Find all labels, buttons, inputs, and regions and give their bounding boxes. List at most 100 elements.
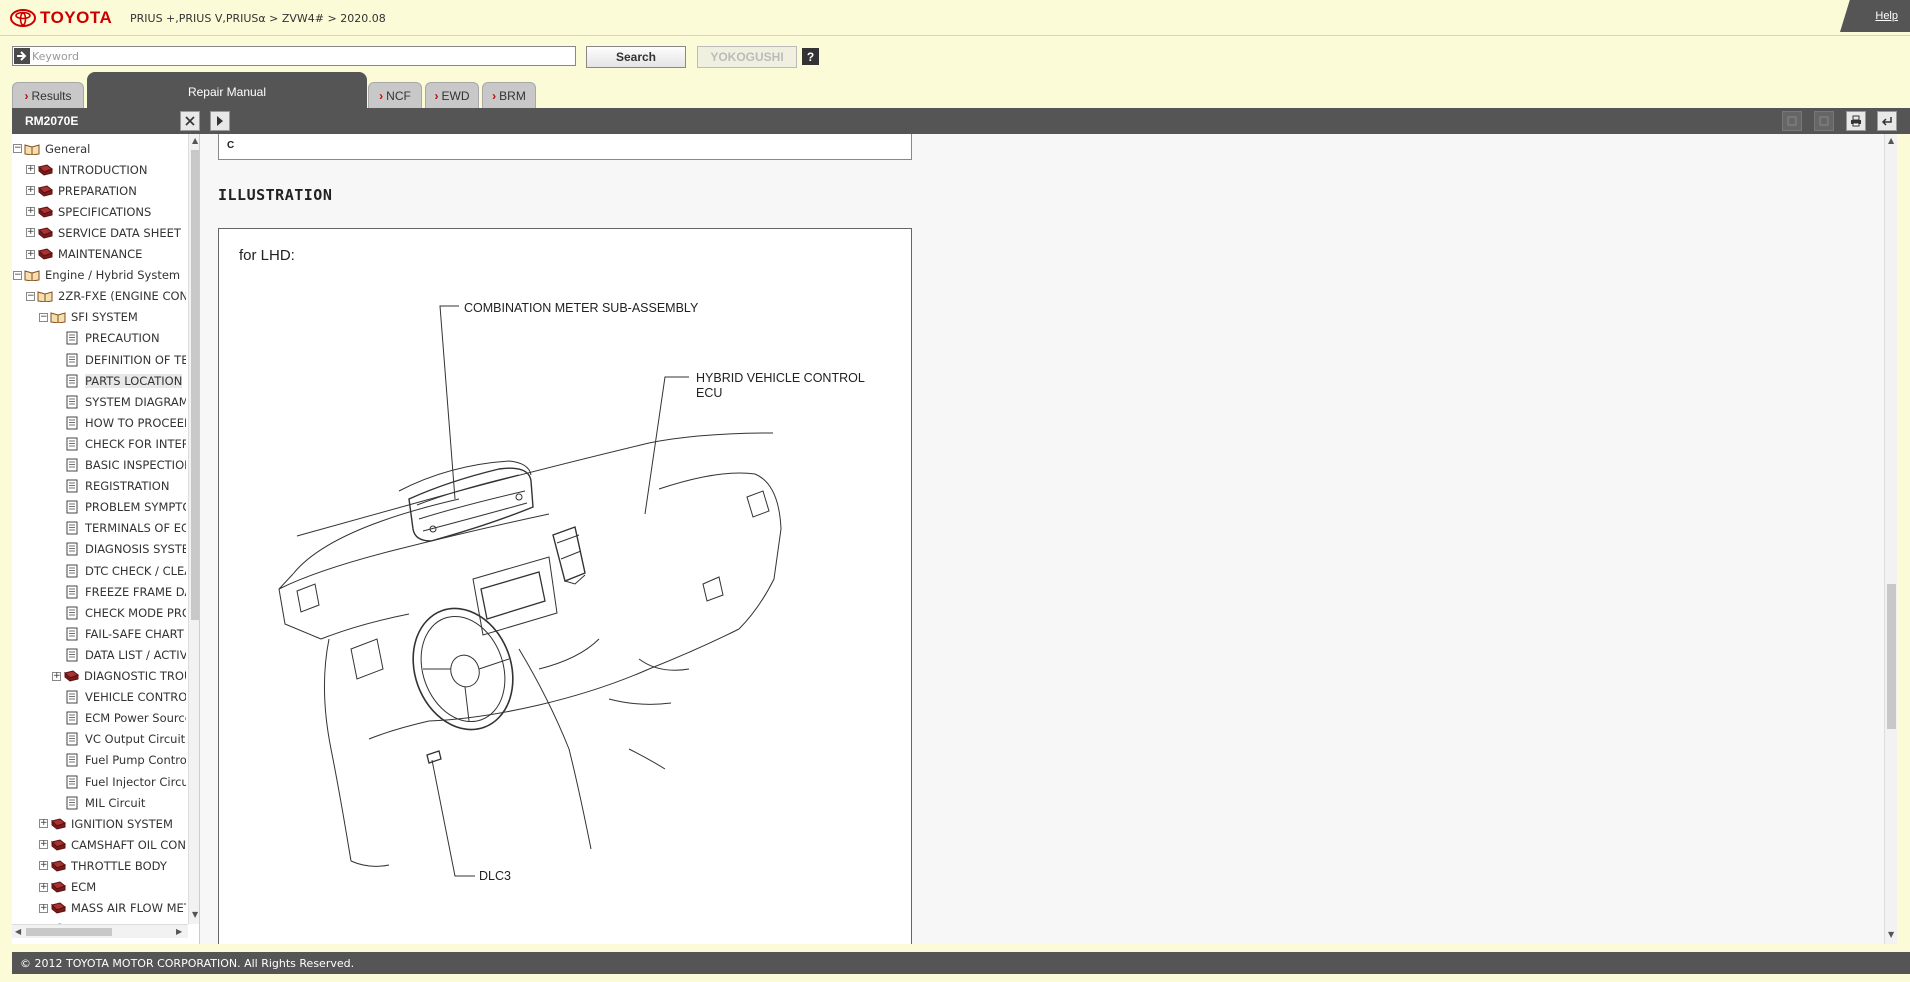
tree-node-label: BASIC INSPECTION	[85, 458, 186, 472]
document-icon	[66, 521, 78, 535]
scroll-right-arrow-icon[interactable]: ▶	[176, 927, 182, 936]
tab-results[interactable]: › Results	[12, 82, 84, 108]
close-tree-button[interactable]	[180, 111, 200, 131]
yokogushi-button[interactable]: YOKOGUSHI	[697, 46, 797, 68]
tab-repair-manual[interactable]: Repair Manual	[87, 72, 367, 108]
expand-plus-icon[interactable]: +	[52, 671, 61, 681]
tree-node[interactable]: DTC CHECK / CLEAR	[66, 560, 186, 581]
tree-scroll-thumb[interactable]	[191, 150, 199, 620]
tree-node[interactable]: DEFINITION OF TERMS	[66, 349, 186, 370]
tree-node[interactable]: PROBLEM SYMPTOMS	[66, 497, 186, 518]
tree-node[interactable]: + DIAGNOSTIC TROUBLE CODE	[52, 666, 186, 687]
expand-plus-icon[interactable]: +	[26, 165, 35, 175]
expand-plus-icon[interactable]: +	[26, 207, 35, 217]
page-icon	[1787, 116, 1797, 126]
search-button[interactable]: Search	[586, 46, 686, 68]
expand-plus-icon[interactable]: +	[26, 228, 35, 238]
tree-node[interactable]: FAIL-SAFE CHART	[66, 623, 184, 644]
tree-node[interactable]: − Engine / Hybrid System	[13, 265, 180, 286]
tree-node[interactable]: HOW TO PROCEED	[66, 412, 186, 433]
scroll-down-arrow-icon[interactable]: ▼	[1888, 930, 1894, 939]
tree-node[interactable]: DATA LIST / ACTIVE TEST	[66, 644, 186, 665]
tree-node[interactable]: − General	[13, 138, 90, 159]
callout-dlc3: DLC3	[479, 869, 511, 883]
tab-ncf[interactable]: › NCF	[368, 82, 422, 108]
tree-node[interactable]: VC Output Circuit	[66, 729, 185, 750]
return-button[interactable]	[1877, 111, 1897, 131]
expand-plus-icon[interactable]: +	[26, 186, 35, 196]
collapse-minus-icon[interactable]: −	[26, 291, 35, 301]
expand-plus-icon[interactable]: +	[39, 819, 48, 829]
tree-node[interactable]: ECM Power Source	[66, 708, 186, 729]
section-heading: ILLUSTRATION	[218, 186, 333, 204]
tree-node[interactable]: + INTRODUCTION	[26, 159, 147, 180]
content-vertical-scrollbar[interactable]: ▲ ▼	[1884, 134, 1897, 944]
expand-plus-icon[interactable]: +	[39, 840, 48, 850]
tree-node[interactable]: − SFI SYSTEM	[39, 307, 138, 328]
chevron-right-icon: ›	[24, 88, 29, 103]
tree-node[interactable]: PARTS LOCATION	[66, 370, 183, 391]
expand-plus-icon[interactable]: +	[26, 249, 35, 259]
document-icon	[66, 458, 78, 472]
tree-hscroll-thumb[interactable]	[26, 928, 112, 936]
tree-horizontal-scrollbar[interactable]: ◀ ▶	[12, 924, 188, 938]
expand-plus-icon[interactable]: +	[39, 903, 48, 913]
print-button[interactable]	[1846, 111, 1866, 131]
tree-node[interactable]: + THROTTLE BODY	[39, 855, 167, 876]
tree-node[interactable]: CHECK FOR INTERMITTENT	[66, 433, 186, 454]
tree-node[interactable]: MIL Circuit	[66, 792, 145, 813]
previous-page-button[interactable]	[1782, 111, 1802, 131]
collapse-minus-icon[interactable]: −	[13, 144, 22, 153]
collapse-minus-icon[interactable]: −	[13, 270, 22, 280]
content-scroll-thumb[interactable]	[1887, 584, 1896, 729]
tree-node[interactable]: − 2ZR-FXE (ENGINE CONTROL)	[26, 286, 186, 307]
tree-node[interactable]: TERMINALS OF ECM	[66, 518, 186, 539]
scroll-up-arrow-icon[interactable]: ▲	[192, 136, 198, 145]
tree-node[interactable]: + SERVICE DATA SHEET	[26, 222, 181, 243]
collapse-minus-icon[interactable]: −	[39, 312, 48, 322]
tree-node-label: CAMSHAFT OIL CONTROL	[71, 837, 186, 852]
tree-node[interactable]: + CAMSHAFT OIL CONTROL	[39, 834, 186, 855]
breadcrumb: PRIUS +,PRIUS V,PRIUSα > ZVW4# > 2020.08	[130, 12, 386, 25]
document-icon	[66, 437, 78, 451]
tree-node[interactable]: REGISTRATION	[66, 476, 169, 497]
tree-node[interactable]: FREEZE FRAME DATA	[66, 581, 186, 602]
tree-node[interactable]: + SPECIFICATIONS	[26, 201, 151, 222]
tree-node-label: IGNITION SYSTEM	[71, 816, 173, 831]
document-icon	[66, 564, 78, 577]
play-right-icon	[217, 116, 223, 126]
tree-node-label: PARTS LOCATION	[85, 373, 183, 388]
document-icon	[66, 690, 78, 704]
expand-plus-icon[interactable]: +	[39, 861, 48, 871]
tree-node[interactable]: Fuel Pump Control	[66, 750, 186, 771]
search-input[interactable]	[32, 47, 572, 65]
help-link[interactable]: Help	[1875, 10, 1898, 22]
table-cell-letter: C	[227, 140, 235, 151]
callout-hybrid-vehicle-ecu: HYBRID VEHICLE CONTROL ECU	[696, 371, 865, 400]
tree-node[interactable]: BASIC INSPECTION	[66, 455, 186, 476]
tree-node[interactable]: + MAINTENANCE	[26, 244, 142, 265]
tree-node[interactable]: SYSTEM DIAGRAM	[66, 391, 186, 412]
scroll-up-arrow-icon[interactable]: ▲	[1888, 136, 1894, 145]
tree-node[interactable]: + MASS AIR FLOW METER	[39, 898, 186, 919]
expand-panel-button[interactable]	[210, 111, 230, 131]
help-question-button[interactable]: ?	[802, 48, 819, 65]
document-icon	[66, 374, 78, 388]
tree-node[interactable]: DIAGNOSIS SYSTEM	[66, 539, 186, 560]
scroll-left-arrow-icon[interactable]: ◀	[15, 927, 21, 936]
closed-book-icon	[38, 164, 53, 176]
tab-ewd[interactable]: › EWD	[425, 82, 479, 108]
tree-vertical-scrollbar[interactable]: ▲ ▼	[188, 134, 199, 924]
expand-plus-icon[interactable]: +	[39, 882, 48, 892]
tree-node-label: SPECIFICATIONS	[58, 204, 152, 219]
scroll-down-arrow-icon[interactable]: ▼	[192, 910, 198, 919]
tree-node[interactable]: + IGNITION SYSTEM	[39, 813, 173, 834]
tree-node[interactable]: Fuel Injector Circuit	[66, 771, 186, 792]
next-page-button[interactable]	[1814, 111, 1834, 131]
tree-node[interactable]: + ECM	[39, 877, 96, 898]
tree-node[interactable]: PRECAUTION	[66, 328, 160, 349]
tree-node[interactable]: + PREPARATION	[26, 180, 137, 201]
tree-node[interactable]: CHECK MODE PROCEDURE	[66, 602, 186, 623]
tab-brm[interactable]: › BRM	[482, 82, 536, 108]
tree-node[interactable]: VEHICLE CONTROL	[66, 687, 186, 708]
